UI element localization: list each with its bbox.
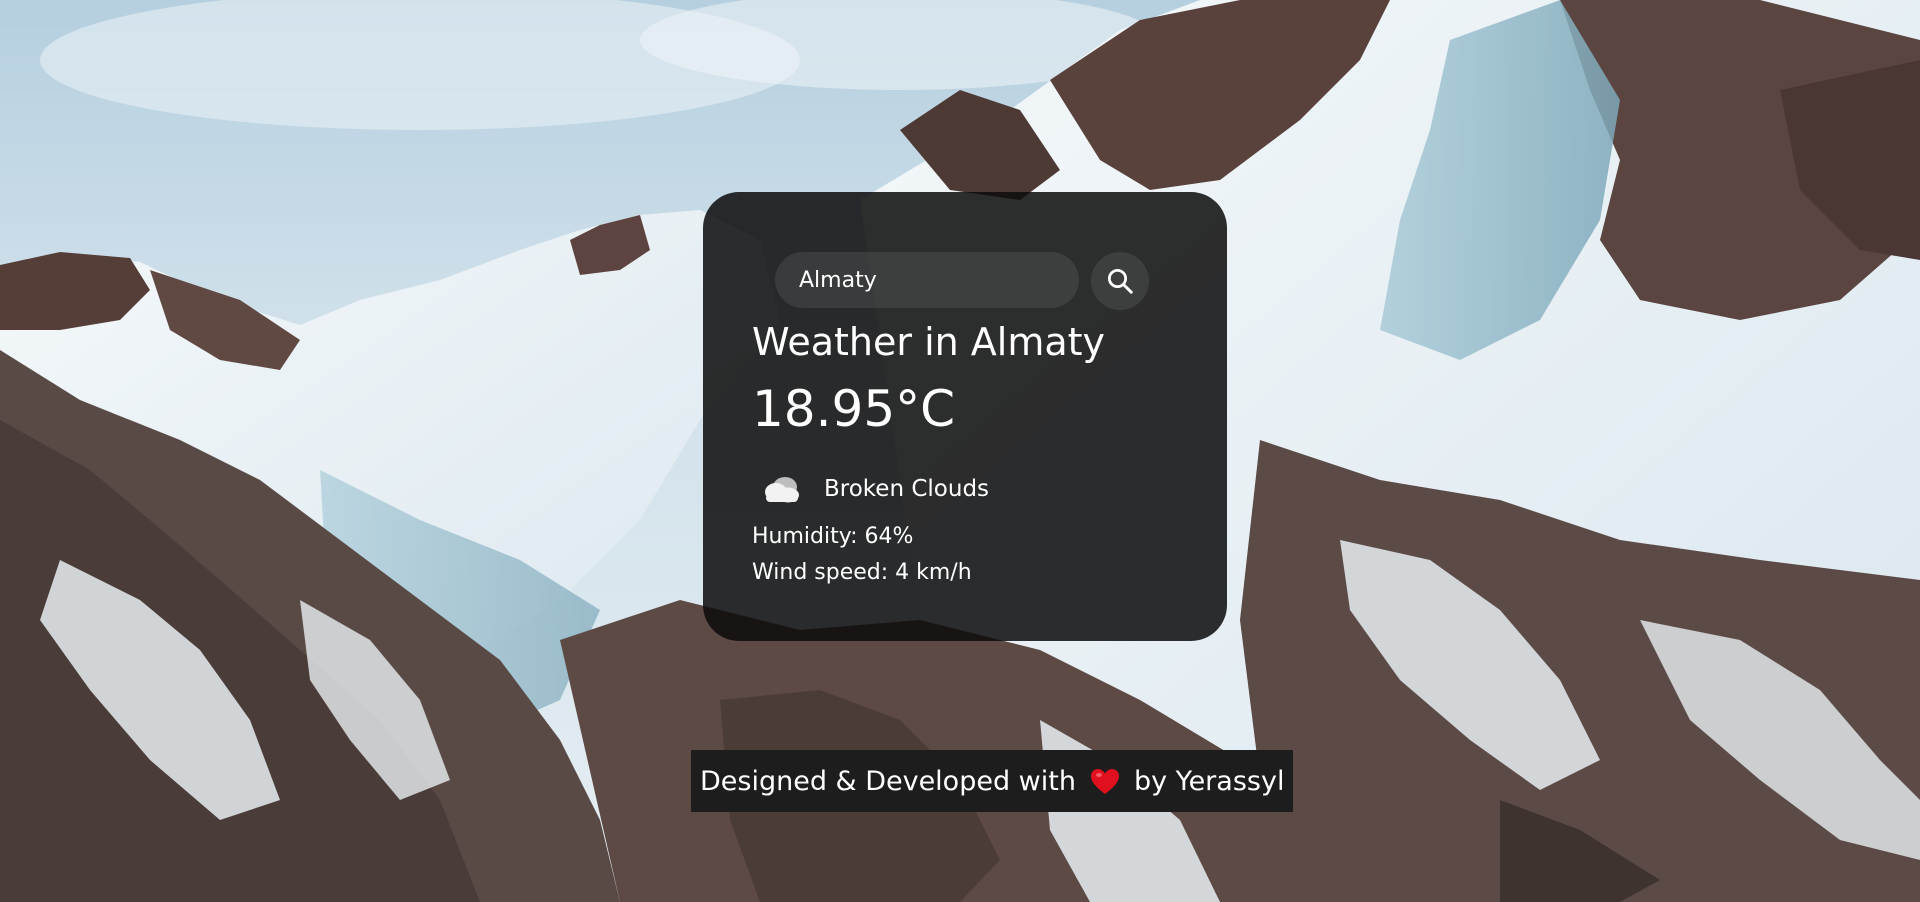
weather-title: Weather in Almaty	[752, 320, 1106, 364]
weather-card: Weather in Almaty 18.95°C Broken Clouds …	[703, 192, 1227, 641]
temperature: 18.95°C	[752, 380, 956, 438]
weather-description-row: Broken Clouds	[758, 469, 989, 509]
humidity-text: Humidity: 64%	[752, 524, 914, 549]
background-image: Weather in Almaty 18.95°C Broken Clouds …	[0, 0, 1920, 902]
weather-description: Broken Clouds	[824, 476, 990, 502]
search-button[interactable]	[1091, 252, 1149, 310]
heart-icon	[1090, 768, 1120, 795]
wind-speed-text: Wind speed: 4 km/h	[752, 560, 972, 585]
broken-clouds-icon	[765, 477, 799, 503]
footer-credit: Designed & Developed with by Yerassyl	[691, 750, 1294, 812]
search-bar	[775, 252, 1155, 310]
search-input[interactable]	[775, 252, 1079, 308]
search-icon	[1108, 269, 1133, 294]
footer-prefix: Designed & Developed with	[700, 765, 1076, 797]
footer-suffix: by Yerassyl	[1133, 765, 1285, 797]
